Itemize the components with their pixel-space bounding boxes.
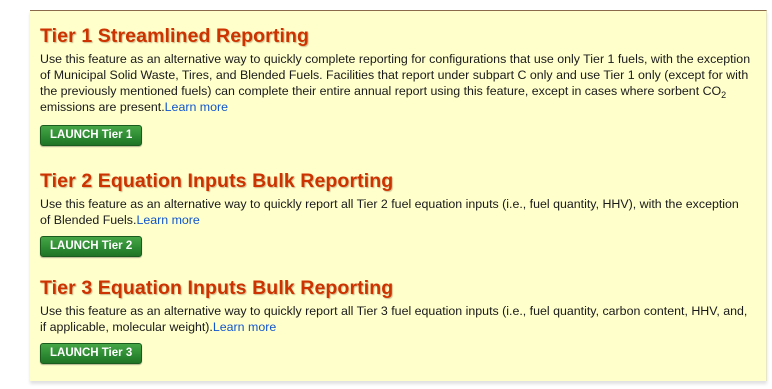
co2-subscript: 2 bbox=[721, 90, 727, 100]
launch-tier1-button[interactable]: LAUNCH Tier 1 bbox=[40, 125, 143, 146]
tier1-description: Use this feature as an alternative way t… bbox=[40, 51, 752, 115]
tier2-description: Use this feature as an alternative way t… bbox=[40, 196, 752, 228]
tier1-heading: Tier 1 Streamlined Reporting bbox=[40, 25, 310, 47]
tier1-description-tail: emissions are present. bbox=[40, 100, 165, 114]
tier1-description-text: Use this feature as an alternative way t… bbox=[40, 52, 751, 98]
tier1-learn-more-link[interactable]: Learn more bbox=[165, 100, 228, 114]
tier1-section: Tier 1 Streamlined Reporting Use this fe… bbox=[40, 25, 752, 146]
tier2-section: Tier 2 Equation Inputs Bulk Reporting Us… bbox=[40, 170, 752, 257]
tier2-heading: Tier 2 Equation Inputs Bulk Reporting bbox=[40, 170, 394, 192]
tier3-section: Tier 3 Equation Inputs Bulk Reporting Us… bbox=[40, 277, 752, 364]
launch-tier2-button[interactable]: LAUNCH Tier 2 bbox=[40, 236, 143, 257]
launch-tier3-button[interactable]: LAUNCH Tier 3 bbox=[40, 343, 143, 364]
bulk-reporting-panel: Tier 1 Streamlined Reporting Use this fe… bbox=[30, 10, 767, 381]
tier3-description-text: Use this feature as an alternative way t… bbox=[40, 304, 748, 334]
tier2-learn-more-link[interactable]: Learn more bbox=[136, 213, 199, 227]
tier3-learn-more-link[interactable]: Learn more bbox=[213, 320, 276, 334]
tier3-heading: Tier 3 Equation Inputs Bulk Reporting bbox=[40, 277, 394, 299]
tier3-description: Use this feature as an alternative way t… bbox=[40, 303, 752, 335]
